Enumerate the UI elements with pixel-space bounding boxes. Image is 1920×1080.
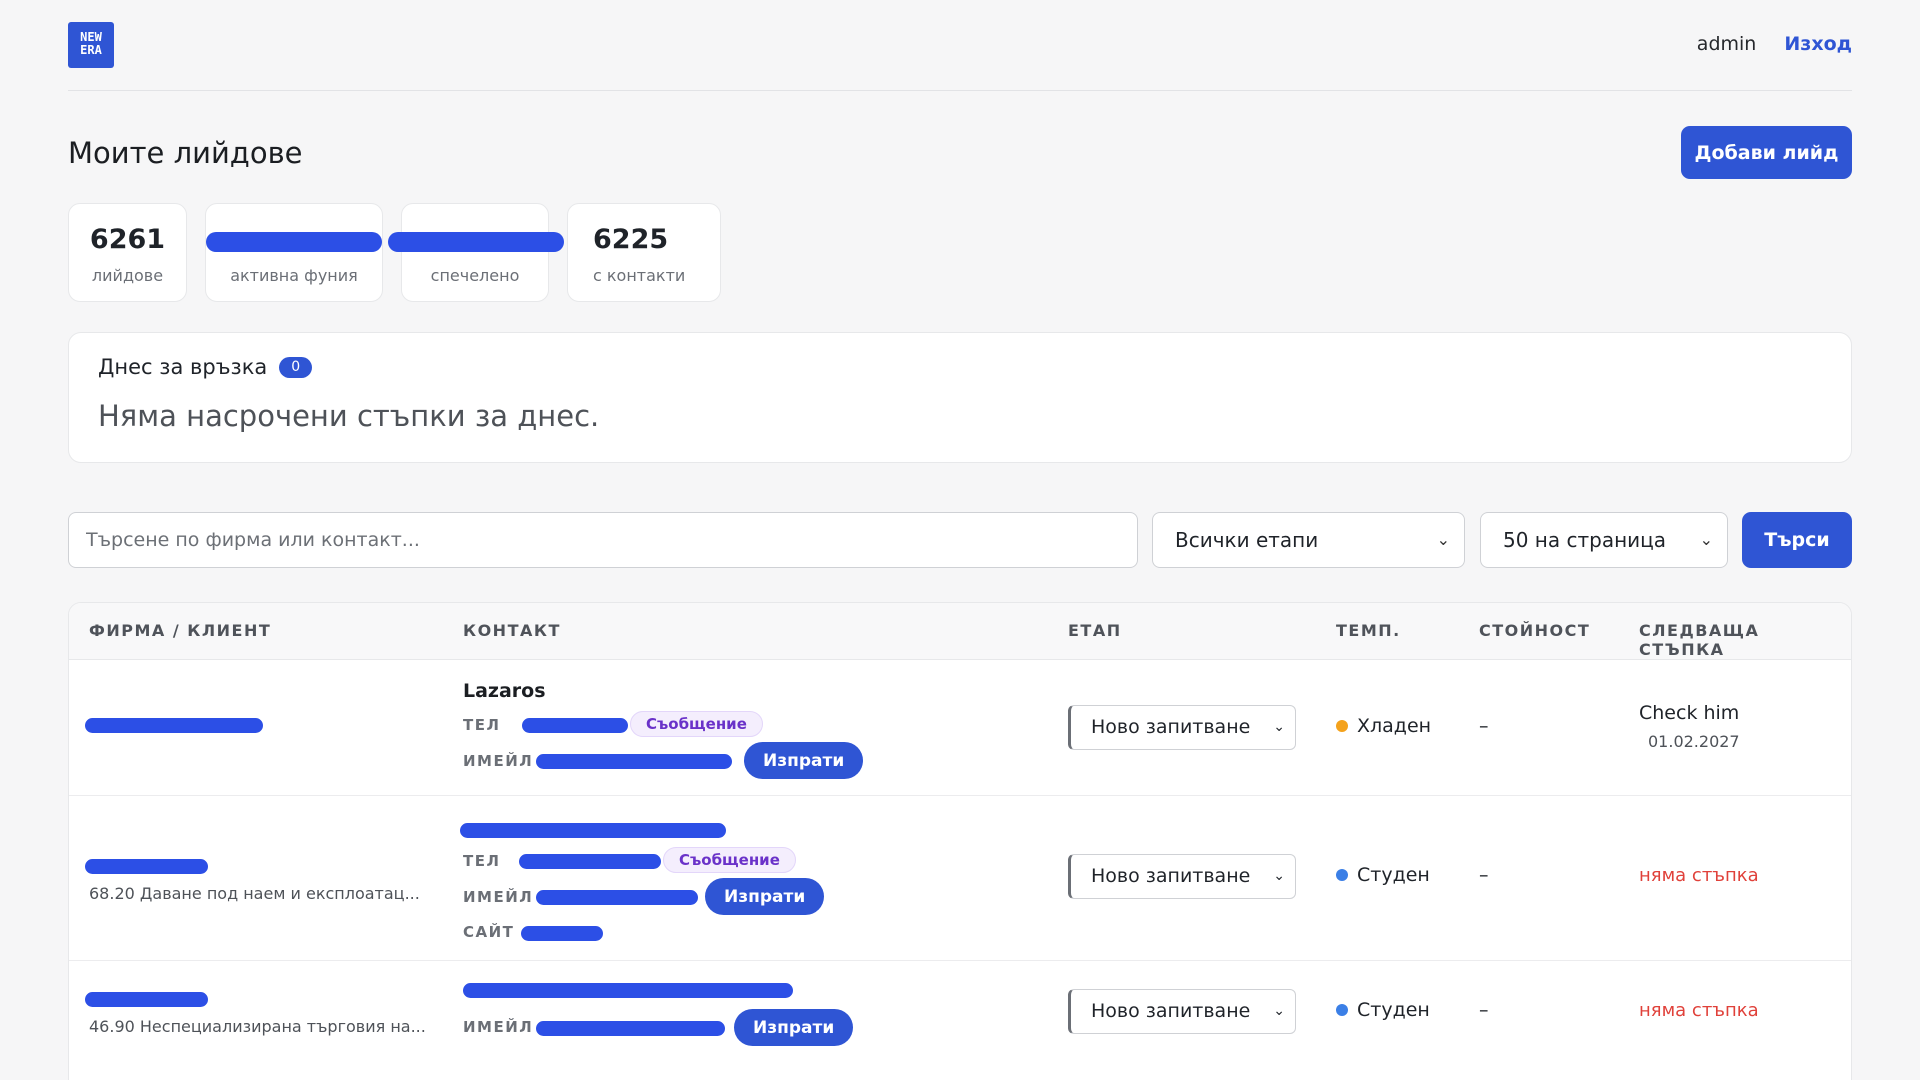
- redacted-email[interactable]: [536, 1021, 725, 1036]
- redacted-phone[interactable]: [522, 718, 628, 733]
- stage-select[interactable]: Ново запитване ⌄: [1068, 854, 1296, 899]
- today-header: Днес за връзка 0: [98, 355, 313, 379]
- redacted-email[interactable]: [536, 754, 732, 769]
- phone-label: ТЕЛ: [463, 716, 501, 734]
- logout-link[interactable]: Изход: [1784, 33, 1852, 55]
- redacted-contact-name[interactable]: [463, 983, 793, 998]
- col-header-contact[interactable]: КОНТАКТ: [463, 621, 561, 640]
- temperature-label: Студен: [1357, 999, 1430, 1021]
- lead-value: –: [1479, 999, 1489, 1021]
- search-input[interactable]: [68, 512, 1138, 568]
- filter-bar: Всички етапи ⌄ 50 на страница ⌄ Търси: [68, 512, 1852, 568]
- stats-row: 6261 лийдове активна фуния спечелено 622…: [68, 203, 721, 302]
- next-step-title[interactable]: Check him: [1639, 702, 1739, 724]
- redacted-firm-name[interactable]: [85, 718, 263, 733]
- stage-value: Ново запитване: [1091, 865, 1251, 887]
- stat-label: активна фуния: [230, 266, 358, 285]
- chevron-down-icon: ⌄: [1273, 719, 1285, 735]
- contact-name: Lazaros: [463, 680, 546, 702]
- temperature-label: Хладен: [1357, 715, 1432, 737]
- col-header-temp[interactable]: ТЕМП.: [1336, 621, 1401, 640]
- add-lead-button[interactable]: Добави лийд: [1681, 126, 1852, 179]
- today-empty-message: Няма насрочени стъпки за днес.: [98, 399, 600, 433]
- search-button[interactable]: Търси: [1742, 512, 1852, 568]
- user-menu: admin Изход: [1697, 33, 1852, 55]
- stage-value: Ново запитване: [1091, 1000, 1251, 1022]
- stat-card-leads: 6261 лийдове: [68, 203, 187, 302]
- redacted-phone[interactable]: [519, 854, 661, 869]
- redacted-email[interactable]: [536, 890, 698, 905]
- leads-table: ФИРМА / КЛИЕНТ КОНТАКТ ЕТАП ТЕМП. СТОЙНО…: [68, 602, 1852, 1080]
- send-button[interactable]: Изпрати: [734, 1009, 854, 1046]
- redacted-value: [206, 232, 382, 252]
- stat-card-with-contacts: 6225 с контакти: [567, 203, 721, 302]
- redacted-contact-name[interactable]: [460, 823, 726, 838]
- title-row: Моите лийдове Добави лийд: [68, 91, 1852, 203]
- chevron-down-icon: ⌄: [1699, 530, 1713, 549]
- firm-activity: 68.20 Даване под наем и експлоатац...: [89, 884, 420, 903]
- send-button[interactable]: Изпрати: [744, 742, 864, 779]
- no-next-step: няма стъпка: [1639, 1000, 1759, 1021]
- stat-value: 6225: [593, 224, 669, 255]
- email-label: ИМЕЙЛ: [463, 1018, 534, 1036]
- stat-card-won: спечелено: [388, 203, 564, 302]
- message-pill[interactable]: Съобщение: [663, 847, 796, 873]
- lead-value: –: [1479, 715, 1489, 737]
- per-page-value: 50 на страница: [1503, 528, 1667, 552]
- temperature-dot-icon: [1336, 869, 1348, 881]
- table-row[interactable]: 68.20 Даване под наем и експлоатац... ТЕ…: [69, 796, 1851, 961]
- table-row[interactable]: Lazaros ТЕЛ Съобщение ИМЕЙЛ Изпрати Ново…: [69, 660, 1851, 796]
- temperature-label: Студен: [1357, 864, 1430, 886]
- stat-label: спечелено: [430, 266, 520, 285]
- today-contact-card: Днес за връзка 0 Няма насрочени стъпки з…: [68, 332, 1852, 463]
- lead-value: –: [1479, 864, 1489, 886]
- next-step-date: 01.02.2027: [1648, 732, 1740, 751]
- app: NEW ERA admin Изход Моите лийдове Добави…: [68, 0, 1852, 203]
- redacted-firm-name[interactable]: [85, 859, 208, 874]
- redacted-firm-name[interactable]: [85, 992, 208, 1007]
- no-next-step: няма стъпка: [1639, 865, 1759, 886]
- stage-select[interactable]: Ново запитване ⌄: [1068, 705, 1296, 750]
- temperature: Студен: [1336, 999, 1430, 1021]
- per-page-select[interactable]: 50 на страница ⌄: [1480, 512, 1728, 568]
- email-label: ИМЕЙЛ: [463, 888, 534, 906]
- stage-filter-value: Всички етапи: [1175, 528, 1319, 552]
- table-row[interactable]: 46.90 Неспециализирана търговия на... ИМ…: [69, 961, 1851, 1080]
- col-header-value[interactable]: СТОЙНОСТ: [1479, 621, 1590, 640]
- today-count-badge: 0: [279, 356, 313, 378]
- chevron-down-icon: ⌄: [1273, 868, 1285, 884]
- chevron-down-icon: ⌄: [1436, 530, 1450, 549]
- stage-value: Ново запитване: [1091, 716, 1251, 738]
- stat-label: с контакти: [593, 266, 686, 285]
- stage-select[interactable]: Ново запитване ⌄: [1068, 989, 1296, 1034]
- col-header-firm[interactable]: ФИРМА / КЛИЕНТ: [89, 621, 271, 640]
- temperature: Хладен: [1336, 715, 1431, 737]
- temperature-dot-icon: [1336, 1004, 1348, 1016]
- today-title: Днес за връзка: [98, 355, 268, 379]
- table-header: ФИРМА / КЛИЕНТ КОНТАКТ ЕТАП ТЕМП. СТОЙНО…: [69, 603, 1851, 660]
- username: admin: [1696, 33, 1757, 55]
- redacted-value: [388, 232, 564, 252]
- stat-card-active-funnel: активна фуния: [205, 203, 383, 302]
- temperature-dot-icon: [1336, 720, 1348, 732]
- site-label: САЙТ: [463, 923, 515, 941]
- send-button[interactable]: Изпрати: [705, 878, 825, 915]
- chevron-down-icon: ⌄: [1273, 1003, 1285, 1019]
- firm-activity: 46.90 Неспециализирана търговия на...: [89, 1017, 426, 1036]
- stat-value: 6261: [89, 224, 166, 255]
- redacted-website[interactable]: [521, 926, 603, 941]
- temperature: Студен: [1336, 864, 1430, 886]
- col-header-next-step[interactable]: СЛЕДВАЩА СТЪПКА: [1639, 621, 1851, 659]
- top-bar: NEW ERA admin Изход: [68, 0, 1852, 91]
- col-header-stage[interactable]: ЕТАП: [1068, 621, 1122, 640]
- new-era-logo[interactable]: NEW ERA: [68, 22, 114, 68]
- phone-label: ТЕЛ: [463, 852, 501, 870]
- stage-filter-select[interactable]: Всички етапи ⌄: [1152, 512, 1465, 568]
- message-pill[interactable]: Съобщение: [630, 711, 763, 737]
- stat-label: лийдове: [91, 266, 164, 285]
- page-title: Моите лийдове: [68, 136, 303, 170]
- logo-line-2: ERA: [80, 43, 102, 57]
- email-label: ИМЕЙЛ: [463, 752, 534, 770]
